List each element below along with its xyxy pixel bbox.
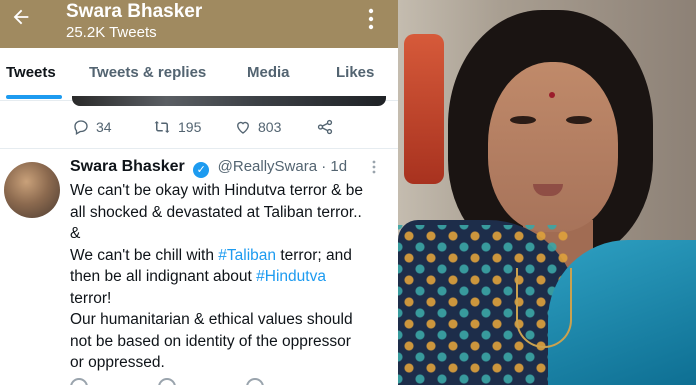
tweet-handle-time[interactable]: @ReallySwara · 1d [218, 158, 347, 175]
portrait-photo [398, 0, 696, 385]
tweet-line: terror! [70, 289, 112, 307]
tweet-text-segment: terror; and [280, 246, 352, 264]
tweet-count: 25.2K Tweets [66, 24, 157, 41]
share-icon [317, 119, 333, 135]
tab-likes[interactable]: Likes [336, 64, 374, 81]
right-eye [566, 116, 592, 124]
profile-title: Swara Bhasker [66, 1, 203, 22]
retweet-count: 195 [178, 119, 202, 135]
avatar[interactable] [4, 162, 60, 218]
tweet-line: & [70, 225, 81, 242]
verified-badge-icon: ✓ [193, 162, 210, 178]
previous-tweet-media[interactable] [72, 96, 386, 106]
tweet-line: then be all indignant about #Hindutva [70, 266, 390, 288]
retweet-button[interactable]: 195 [152, 118, 201, 136]
retweet-icon[interactable] [158, 378, 176, 385]
like-count: 803 [258, 119, 282, 135]
tweet-text-segment: We can't be chill with [70, 246, 214, 264]
reply-button[interactable]: 34 [72, 118, 112, 136]
tweet-line: We can't be chill with #Taliban terror; … [70, 245, 390, 267]
like-button[interactable]: 803 [234, 118, 281, 136]
face [488, 62, 618, 232]
tweet-line: or oppressed. [70, 354, 165, 371]
tweet-divider [0, 148, 398, 149]
tweet-line: all shocked & devastated at Taliban terr… [70, 203, 362, 221]
reply-icon[interactable] [70, 378, 88, 385]
twitter-profile-panel: Swara Bhasker 25.2K Tweets Tweets Tweets… [0, 0, 398, 385]
heart-icon [237, 121, 249, 134]
profile-tabs: Tweets Tweets & replies Media Likes [0, 48, 398, 101]
left-eye [510, 116, 536, 124]
bindi [549, 92, 555, 98]
hashtag-link[interactable]: #Hindutva [256, 268, 326, 285]
tweet-text-segment: then be all indignant about [70, 268, 252, 285]
tweet-text: We can't be okay with Hindutva terror & … [70, 180, 390, 374]
heart-icon[interactable] [246, 378, 264, 385]
arrow-left-icon[interactable] [10, 6, 34, 30]
tweet-header: Swara Bhasker ✓ @ReallySwara · 1d [70, 158, 347, 178]
tweet-author-name[interactable]: Swara Bhasker [70, 158, 185, 175]
tab-tweets[interactable]: Tweets [6, 64, 56, 81]
tweet-line: Our humanitarian & ethical values should [70, 311, 353, 328]
profile-header: Swara Bhasker 25.2K Tweets [0, 0, 398, 48]
reply-icon [74, 120, 88, 135]
tweet-line: not be based on identity of the oppresso… [70, 332, 351, 350]
tab-media[interactable]: Media [247, 64, 290, 81]
retweet-icon [154, 121, 170, 133]
tweet-more-icon[interactable] [372, 160, 376, 174]
share-button[interactable] [316, 118, 340, 136]
previous-tweet-actions: 34 195 803 [0, 112, 398, 144]
necklace [516, 268, 572, 348]
tweet-line: We can't be okay with Hindutva terror & … [70, 182, 364, 199]
tab-tweets-replies[interactable]: Tweets & replies [89, 64, 206, 81]
more-vertical-icon[interactable] [364, 8, 378, 32]
active-tab-indicator [6, 95, 62, 99]
reply-count: 34 [96, 119, 112, 135]
red-object [404, 34, 444, 184]
hashtag-link[interactable]: #Taliban [218, 247, 276, 264]
tweet-actions-peek [70, 378, 390, 385]
